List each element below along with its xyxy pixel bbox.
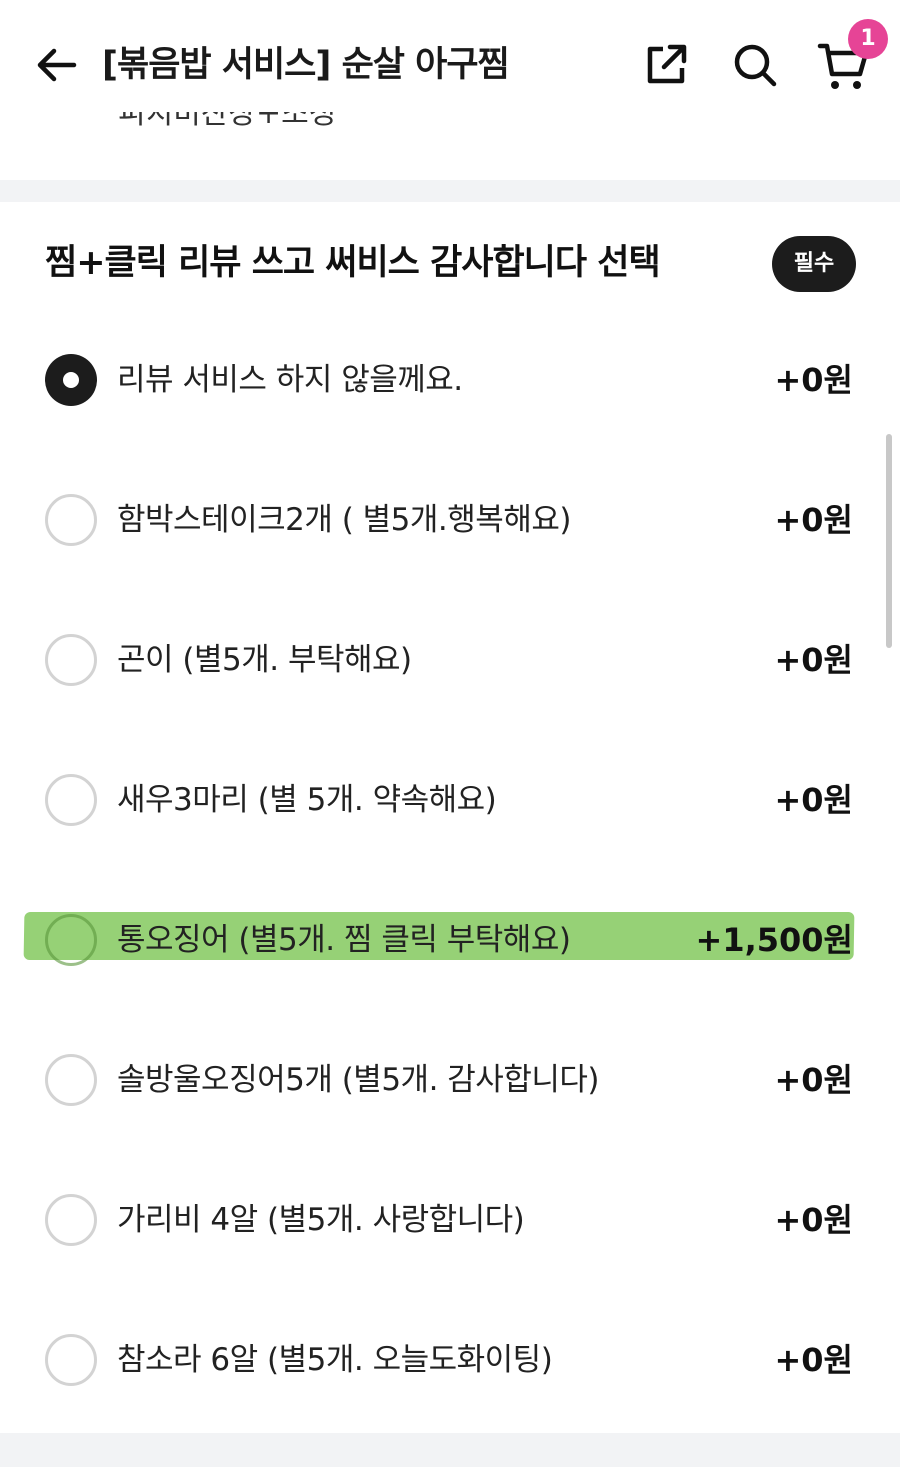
option-item[interactable]: 가리비 4알 (별5개. 사랑합니다) +0원 bbox=[0, 1150, 900, 1290]
option-price: +0원 bbox=[774, 501, 853, 539]
option-price: +1,500원 bbox=[695, 921, 853, 959]
option-label: 통오징어 (별5개. 찜 클릭 부탁해요) bbox=[117, 922, 571, 958]
option-label: 곤이 (별5개. 부탁해요) bbox=[117, 642, 412, 678]
option-group-title: 찜+클릭 리뷰 쓰고 써비스 감사합니다 선택 bbox=[45, 243, 661, 283]
radio-button[interactable] bbox=[45, 1334, 97, 1386]
option-list: 리뷰 서비스 하지 않을께요. +0원 함박스테이크2개 ( 별5개.행복해요)… bbox=[0, 310, 900, 1430]
bottom-divider bbox=[0, 1433, 900, 1467]
option-label: 새우3마리 (별 5개. 약속해요) bbox=[117, 782, 497, 818]
page-title: [볶음밥 서비스] 순살 아구찜 bbox=[102, 45, 510, 85]
option-price: +0원 bbox=[774, 361, 853, 399]
cart-count-badge: 1 bbox=[848, 19, 888, 59]
required-badge: 필수 bbox=[772, 236, 856, 292]
option-label: 함박스테이크2개 ( 별5개.행복해요) bbox=[117, 502, 571, 538]
share-button[interactable] bbox=[643, 42, 689, 88]
option-item[interactable]: 리뷰 서비스 하지 않을께요. +0원 bbox=[0, 310, 900, 450]
option-item[interactable]: 곤이 (별5개. 부탁해요) +0원 bbox=[0, 590, 900, 730]
radio-button[interactable] bbox=[45, 494, 97, 546]
option-item[interactable]: 새우3마리 (별 5개. 약속해요) +0원 bbox=[0, 730, 900, 870]
option-label: 리뷰 서비스 하지 않을께요. bbox=[117, 362, 463, 398]
option-label: 가리비 4알 (별5개. 사랑합니다) bbox=[117, 1202, 525, 1238]
radio-button[interactable] bbox=[45, 914, 97, 966]
top-header: [볶음밥 서비스] 순살 아구찜 1 bbox=[0, 0, 900, 112]
scrollbar[interactable] bbox=[886, 434, 892, 648]
back-button[interactable] bbox=[30, 42, 80, 92]
radio-button[interactable] bbox=[45, 1054, 97, 1106]
radio-button-selected[interactable] bbox=[45, 354, 97, 406]
page: 피치비찬장+조청 [볶음밥 서비스] 순살 아구찜 1 찜+클릭 리뷰 쓰고 써… bbox=[0, 0, 900, 1467]
option-price: +0원 bbox=[774, 1061, 853, 1099]
radio-button[interactable] bbox=[45, 774, 97, 826]
option-item-highlighted[interactable]: 통오징어 (별5개. 찜 클릭 부탁해요) +1,500원 bbox=[0, 870, 900, 1010]
search-icon bbox=[734, 44, 777, 87]
option-price: +0원 bbox=[774, 1201, 853, 1239]
radio-button[interactable] bbox=[45, 634, 97, 686]
option-item[interactable]: 함박스테이크2개 ( 별5개.행복해요) +0원 bbox=[0, 450, 900, 590]
option-label: 참소라 6알 (별5개. 오늘도화이팅) bbox=[117, 1342, 553, 1378]
radio-button[interactable] bbox=[45, 1194, 97, 1246]
option-price: +0원 bbox=[774, 781, 853, 819]
option-item[interactable]: 참소라 6알 (별5개. 오늘도화이팅) +0원 bbox=[0, 1290, 900, 1430]
option-price: +0원 bbox=[774, 641, 853, 679]
share-icon bbox=[647, 44, 687, 84]
section-divider bbox=[0, 180, 900, 202]
option-price: +0원 bbox=[774, 1341, 853, 1379]
search-button[interactable] bbox=[732, 42, 778, 88]
arrow-left-icon bbox=[37, 48, 77, 82]
option-item[interactable]: 솔방울오징어5개 (별5개. 감사합니다) +0원 bbox=[0, 1010, 900, 1150]
option-label: 솔방울오징어5개 (별5개. 감사합니다) bbox=[117, 1062, 599, 1098]
